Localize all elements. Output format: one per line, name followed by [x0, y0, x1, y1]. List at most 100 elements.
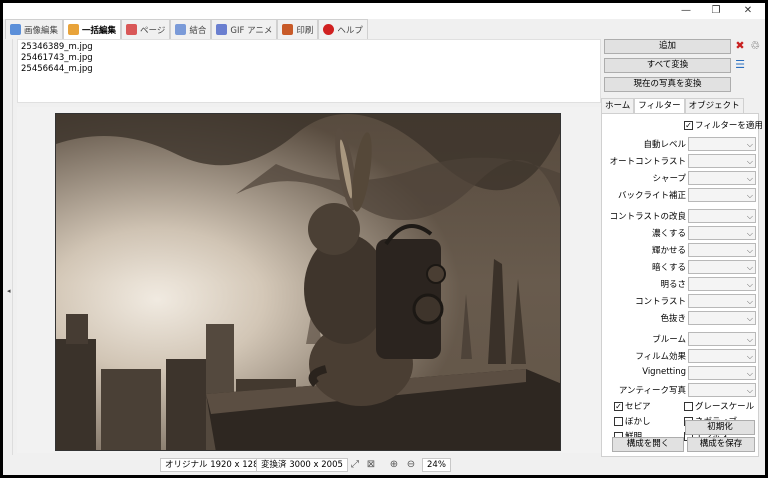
delete-icon[interactable]: ✖	[734, 40, 746, 52]
auto-level-select[interactable]: ⌵	[688, 137, 756, 151]
tab-batch-edit[interactable]: 一括編集	[63, 19, 122, 39]
tab-image-edit[interactable]: 画像編集	[5, 19, 64, 39]
chevron-down-icon: ⌵	[746, 314, 753, 323]
list-icon[interactable]: ☰	[734, 59, 746, 71]
maximize-button[interactable]: ❐	[701, 4, 731, 18]
filter-panel: ✓ フィルターを適用 自動レベル ⌵ オートコントラスト ⌵ シャープ ⌵ バッ…	[601, 113, 763, 457]
app-window: — ❐ ✕ 画像編集 一括編集 ページ 結合 GIF アニメ 印刷 ヘルプ ◂ …	[3, 3, 765, 475]
zoom-in-icon[interactable]: ⊕	[387, 458, 401, 472]
checkbox-checked-icon[interactable]: ✓	[684, 120, 693, 130]
original-size: オリジナル 1920 x 1280	[160, 458, 269, 472]
tab-gif-anime[interactable]: GIF アニメ	[211, 19, 278, 39]
chevron-down-icon: ⌵	[746, 352, 753, 361]
trash-icon[interactable]: ♲	[749, 40, 761, 52]
tab-filter[interactable]: フィルター	[634, 98, 685, 113]
open-config-button[interactable]: 構成を開く	[612, 437, 684, 452]
chevron-down-icon: ⌵	[746, 246, 753, 255]
filter-row: Vignetting ⌵	[602, 366, 758, 380]
tab-combine[interactable]: 結合	[170, 19, 212, 39]
filter-row: 濃くする ⌵	[602, 226, 758, 240]
filter-row: オートコントラスト ⌵	[602, 154, 758, 168]
chevron-down-icon: ⌵	[746, 174, 753, 183]
minimize-button[interactable]: —	[671, 4, 701, 18]
save-config-button[interactable]: 構成を保存	[687, 437, 755, 452]
blur-checkbox[interactable]: ぼかし	[614, 415, 651, 427]
chevron-down-icon: ⌵	[746, 297, 753, 306]
zoom-level: 24%	[422, 458, 451, 472]
chevron-down-icon: ⌵	[746, 369, 753, 378]
right-tabs: ホーム フィルター オブジェクト	[601, 98, 744, 113]
preview-image	[55, 113, 561, 451]
main-tabs: 画像編集 一括編集 ページ 結合 GIF アニメ 印刷 ヘルプ	[5, 19, 368, 39]
chevron-down-icon: ⌵	[746, 191, 753, 200]
contrast-improve-select[interactable]: ⌵	[688, 209, 756, 223]
sepia-rabbit-photo	[56, 114, 560, 450]
checkbox-icon[interactable]	[614, 416, 623, 426]
convert-current-button[interactable]: 現在の写真を変換	[604, 77, 731, 92]
add-button[interactable]: 追加	[604, 39, 731, 54]
apply-filter-checkbox[interactable]: ✓ フィルターを適用	[684, 119, 763, 131]
left-collapse-strip[interactable]: ◂	[3, 39, 13, 475]
preview-canvas	[17, 107, 601, 453]
tab-object[interactable]: オブジェクト	[684, 98, 744, 113]
gif-anime-icon	[216, 24, 228, 35]
status-bar: オリジナル 1920 x 1280 変換済 3000 x 2005 ⤢ ⊠ ⊕ …	[3, 455, 603, 475]
chevron-down-icon: ⌵	[746, 157, 753, 166]
checkbox-icon[interactable]	[684, 401, 693, 411]
brightness-select[interactable]: ⌵	[688, 277, 756, 291]
list-item[interactable]: 25346389_m.jpg	[21, 42, 597, 53]
filter-row: コントラストの改良 ⌵	[602, 209, 758, 223]
combine-icon	[175, 24, 187, 35]
title-bar: — ❐ ✕	[3, 3, 765, 19]
chevron-down-icon: ⌵	[746, 212, 753, 221]
filter-row: シャープ ⌵	[602, 171, 758, 185]
film-effect-select[interactable]: ⌵	[688, 349, 756, 363]
print-icon	[282, 24, 294, 35]
file-list[interactable]: 25346389_m.jpg 25461743_m.jpg 25456644_m…	[17, 39, 601, 103]
contrast-select[interactable]: ⌵	[688, 294, 756, 308]
fit-icon[interactable]: ⤢	[348, 458, 362, 472]
chevron-down-icon: ⌵	[746, 229, 753, 238]
vignetting-select[interactable]: ⌵	[688, 366, 756, 380]
actual-size-icon[interactable]: ⊠	[364, 458, 378, 472]
checkbox-checked-icon[interactable]: ✓	[614, 401, 623, 411]
close-button[interactable]: ✕	[733, 4, 763, 18]
chevron-down-icon: ⌵	[746, 280, 753, 289]
list-item[interactable]: 25461743_m.jpg	[21, 53, 597, 64]
sharpen-select[interactable]: ⌵	[688, 171, 756, 185]
converted-size: 変換済 3000 x 2005	[256, 458, 348, 472]
tab-print[interactable]: 印刷	[277, 19, 319, 39]
page-icon	[126, 24, 138, 35]
backlight-select[interactable]: ⌵	[688, 188, 756, 202]
filter-row: フィルム効果 ⌵	[602, 349, 758, 363]
bloom-select[interactable]: ⌵	[688, 332, 756, 346]
filter-row: 暗くする ⌵	[602, 260, 758, 274]
tab-home[interactable]: ホーム	[601, 98, 635, 113]
chevron-down-icon: ⌵	[746, 140, 753, 149]
filter-row: バックライト補正 ⌵	[602, 188, 758, 202]
tab-help[interactable]: ヘルプ	[318, 19, 368, 39]
image-edit-icon	[10, 24, 21, 35]
filter-row: 色抜き ⌵	[602, 311, 758, 325]
collapse-arrow-icon[interactable]: ◂	[7, 287, 11, 295]
help-icon	[323, 24, 335, 35]
chevron-down-icon: ⌵	[746, 263, 753, 272]
zoom-out-icon[interactable]: ⊖	[404, 458, 418, 472]
tab-page[interactable]: ページ	[121, 19, 171, 39]
filter-row: アンティーク写真 ⌵	[602, 383, 758, 397]
sepia-checkbox[interactable]: ✓ セピア	[614, 400, 651, 412]
darken-select[interactable]: ⌵	[688, 260, 756, 274]
list-item[interactable]: 25456644_m.jpg	[21, 64, 597, 75]
shine-select[interactable]: ⌵	[688, 243, 756, 257]
filter-row: 輝かせる ⌵	[602, 243, 758, 257]
batch-edit-icon	[68, 24, 80, 35]
reset-button[interactable]: 初期化	[685, 420, 755, 435]
chevron-down-icon: ⌵	[746, 386, 753, 395]
antique-photo-select[interactable]: ⌵	[688, 383, 756, 397]
desaturate-select[interactable]: ⌵	[688, 311, 756, 325]
auto-contrast-select[interactable]: ⌵	[688, 154, 756, 168]
deepen-select[interactable]: ⌵	[688, 226, 756, 240]
grayscale-checkbox[interactable]: グレースケール	[684, 400, 754, 412]
convert-all-button[interactable]: すべて変換	[604, 58, 731, 73]
filter-row: 自動レベル ⌵	[602, 137, 758, 151]
